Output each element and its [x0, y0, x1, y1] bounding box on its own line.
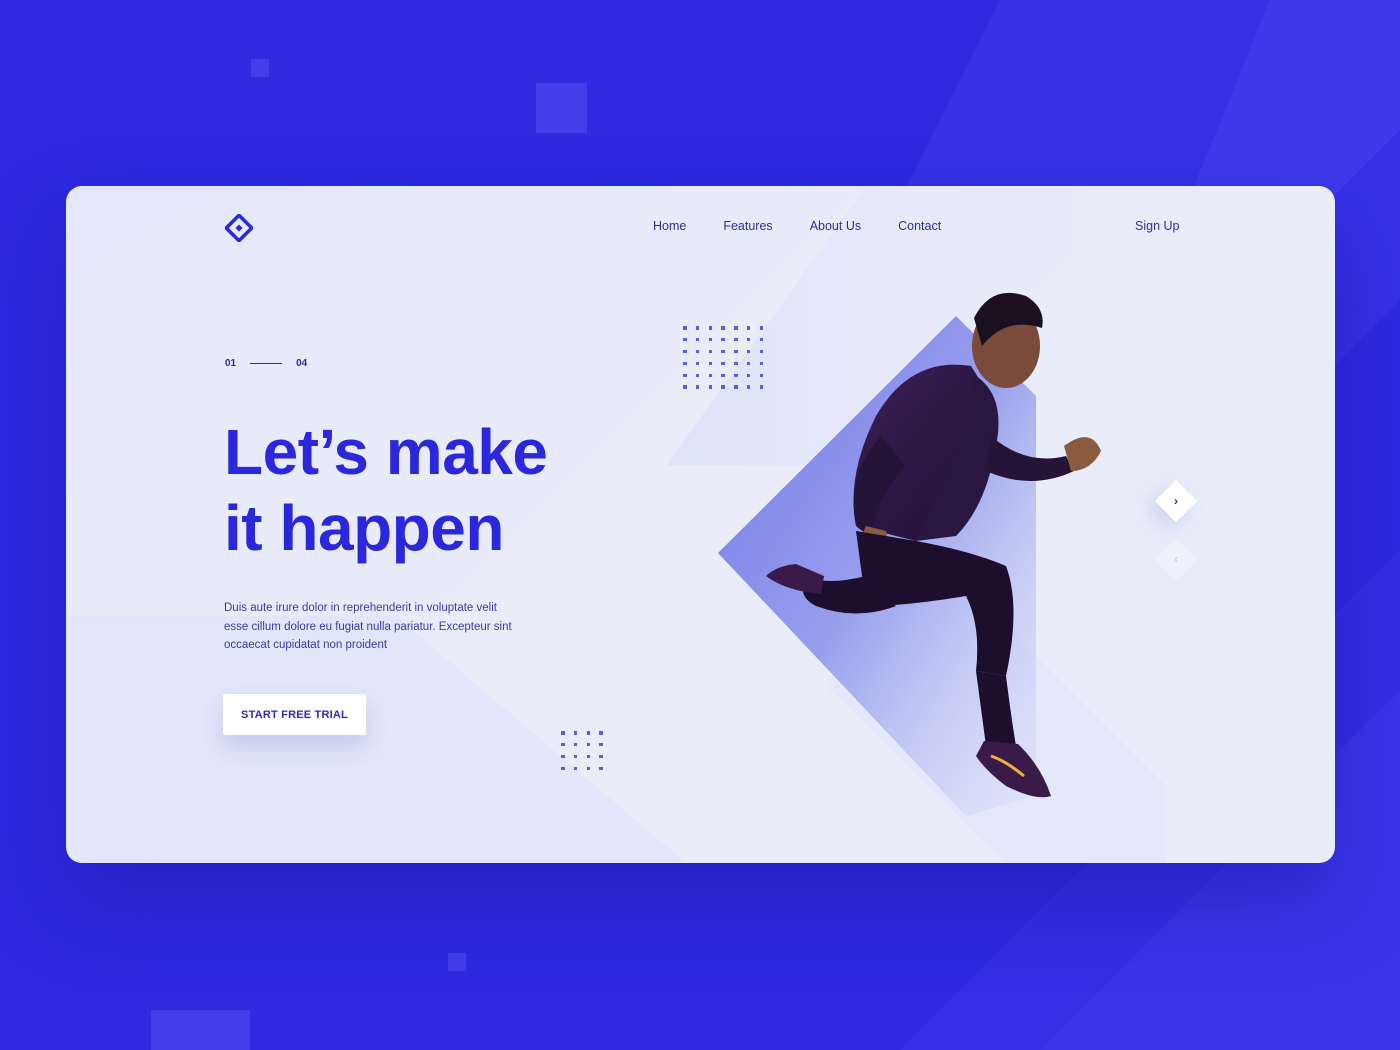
description-line-2: esse cillum dolore eu fugiat nulla paria… — [224, 620, 512, 633]
slider-prev-button[interactable]: ‹ — [1154, 537, 1198, 581]
slider-next-button[interactable]: › — [1154, 479, 1198, 523]
headline-line-1: Let’s make — [224, 416, 548, 488]
dot — [683, 337, 687, 342]
hero-image — [718, 292, 1101, 816]
slide-total: 04 — [296, 358, 308, 369]
decor-square — [251, 59, 269, 77]
dot — [599, 754, 603, 759]
description-line-3: occaecat cupidatat non proident — [224, 639, 388, 651]
sign-up-link[interactable]: Sign Up — [1135, 219, 1179, 233]
dot — [695, 361, 700, 366]
dot — [586, 731, 591, 735]
nav-link-features[interactable]: Features — [723, 219, 772, 233]
dot — [561, 754, 565, 759]
slide-counter: 01 04 — [225, 358, 307, 369]
description-line-1: Duis aute irure dolor in reprehenderit i… — [224, 602, 497, 614]
dot — [561, 742, 565, 747]
dot — [573, 731, 578, 735]
dot-grid-decoration — [561, 731, 603, 771]
dot — [586, 742, 591, 747]
hero-headline: Let’s make it happen — [224, 414, 644, 566]
decor-square — [448, 953, 466, 971]
diamond-logo-icon[interactable] — [225, 214, 253, 242]
nav-link-contact[interactable]: Contact — [898, 219, 941, 233]
decor-square — [536, 83, 587, 133]
dot — [683, 349, 687, 354]
chevron-left-icon: ‹ — [1174, 552, 1178, 566]
dot — [683, 361, 687, 366]
dot — [599, 742, 603, 747]
dot — [695, 349, 700, 354]
dot — [695, 326, 700, 330]
hero-card: Home Features About Us Contact Sign Up 0… — [66, 186, 1335, 863]
dot — [683, 326, 687, 330]
slide-current: 01 — [225, 358, 237, 369]
dot — [573, 754, 578, 759]
main-nav: Home Features About Us Contact — [653, 219, 978, 233]
dot — [683, 385, 687, 389]
dot — [683, 373, 687, 378]
chevron-right-icon: › — [1174, 494, 1178, 508]
slide-counter-line — [250, 362, 283, 365]
start-free-trial-button[interactable]: START FREE TRIAL — [223, 694, 366, 735]
dot — [561, 766, 565, 771]
dot — [599, 766, 603, 771]
dot — [573, 742, 578, 747]
dot — [586, 766, 591, 771]
nav-link-about-us[interactable]: About Us — [810, 219, 861, 233]
nav-link-home[interactable]: Home — [653, 219, 686, 233]
dot — [695, 373, 700, 378]
dot — [586, 754, 591, 759]
dot — [695, 337, 700, 342]
dot — [573, 766, 578, 771]
headline-line-2: it happen — [224, 492, 504, 564]
decor-square — [151, 1010, 250, 1050]
dot — [561, 731, 565, 735]
hero-description: Duis aute irure dolor in reprehenderit i… — [224, 599, 524, 655]
dot — [695, 385, 700, 389]
dot — [599, 731, 603, 735]
